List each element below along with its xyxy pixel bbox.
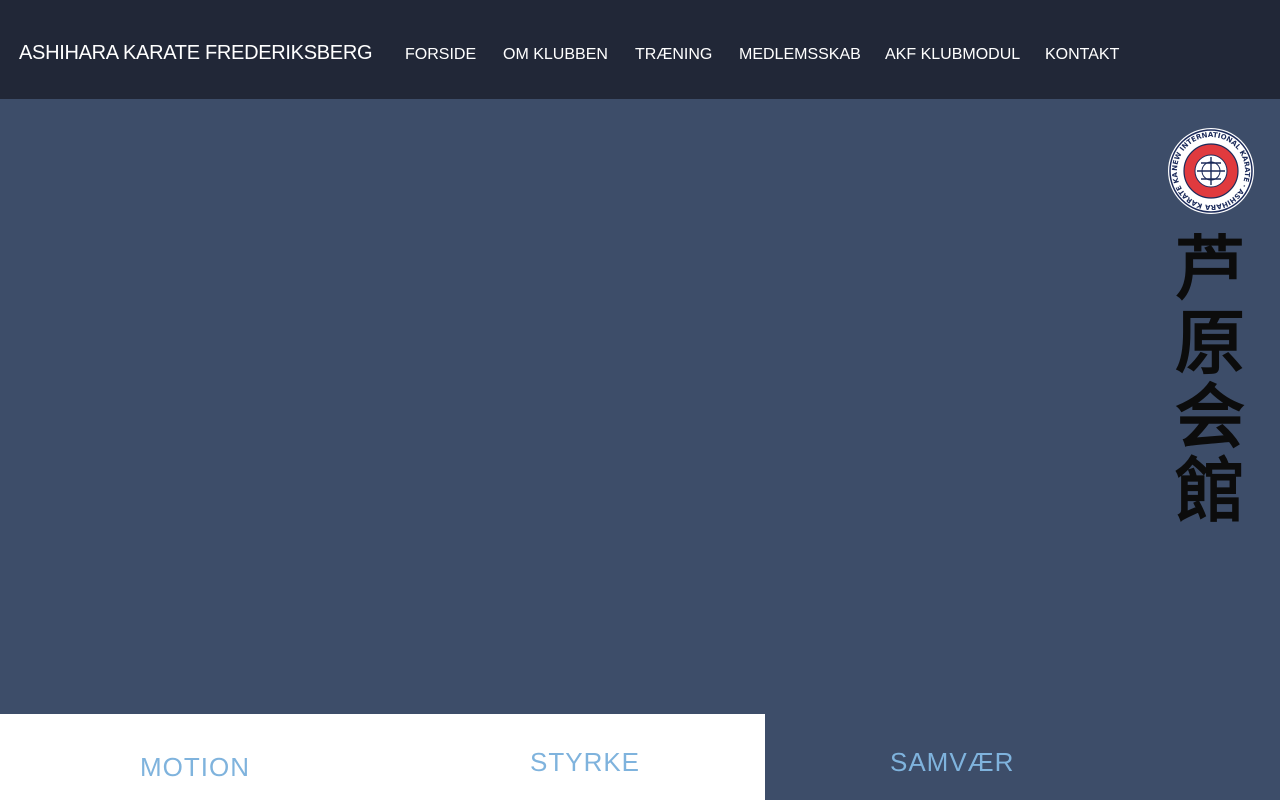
feature-title-motion: MOTION	[140, 752, 250, 782]
feature-title-samvaer: SAMVÆR	[890, 747, 1015, 777]
kanji-kan: 館	[1175, 449, 1245, 532]
nav-item-kontakt[interactable]: KONTAKT	[1045, 46, 1119, 64]
features-section-light	[0, 714, 765, 800]
hero-banner	[0, 99, 1280, 714]
club-logo: NEW INTERNATIONAL KARATE · ASHIHARA KARA…	[1164, 121, 1255, 215]
feature-title-styrke: STYRKE	[530, 747, 641, 777]
nav-item-om-klubben[interactable]: OM KLUBBEN	[503, 46, 608, 64]
nav-item-akf-klubmodul[interactable]: AKF KLUBMODUL	[885, 46, 1020, 64]
kanji-hara: 原	[1175, 301, 1245, 384]
ashihara-emblem-icon: NEW INTERNATIONAL KARATE · ASHIHARA KARA…	[1164, 121, 1254, 214]
nav-item-traening[interactable]: TRÆNING	[635, 46, 712, 64]
kanji-ashi: 芦	[1175, 227, 1245, 310]
top-navigation-bar: ASHIHARA KARATE FREDERIKSBERG FORSIDE OM…	[0, 0, 1280, 99]
features-section-dark	[765, 714, 1280, 800]
kanji-kai: 会	[1175, 375, 1245, 458]
nav-item-medlemsskab[interactable]: MEDLEMSSKAB	[739, 46, 861, 64]
nav-item-forside[interactable]: FORSIDE	[405, 46, 476, 64]
kanji-vertical-text: 芦 原 会 館	[1170, 232, 1250, 528]
site-title-link[interactable]: ASHIHARA KARATE FREDERIKSBERG	[19, 42, 373, 65]
